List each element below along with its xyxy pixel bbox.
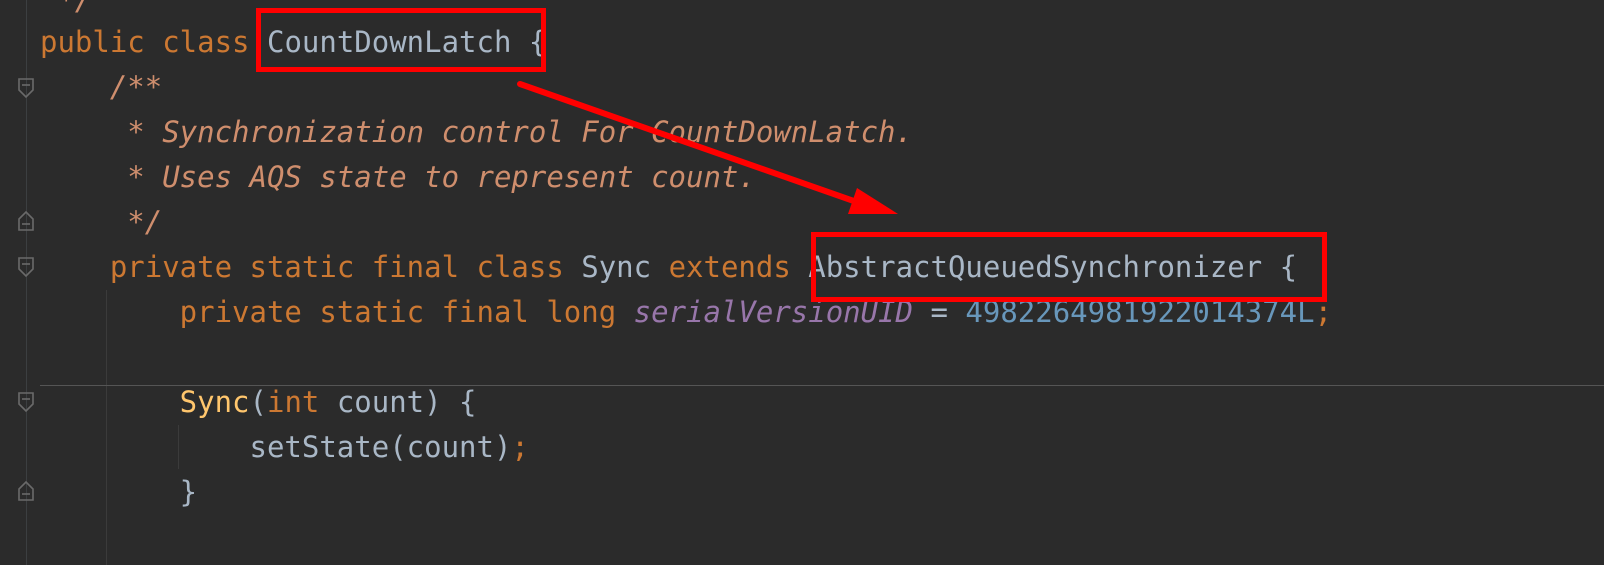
annotation-arrow	[517, 81, 898, 214]
code-editor[interactable]: */public class CountDownLatch { /** * Sy…	[0, 0, 1604, 565]
